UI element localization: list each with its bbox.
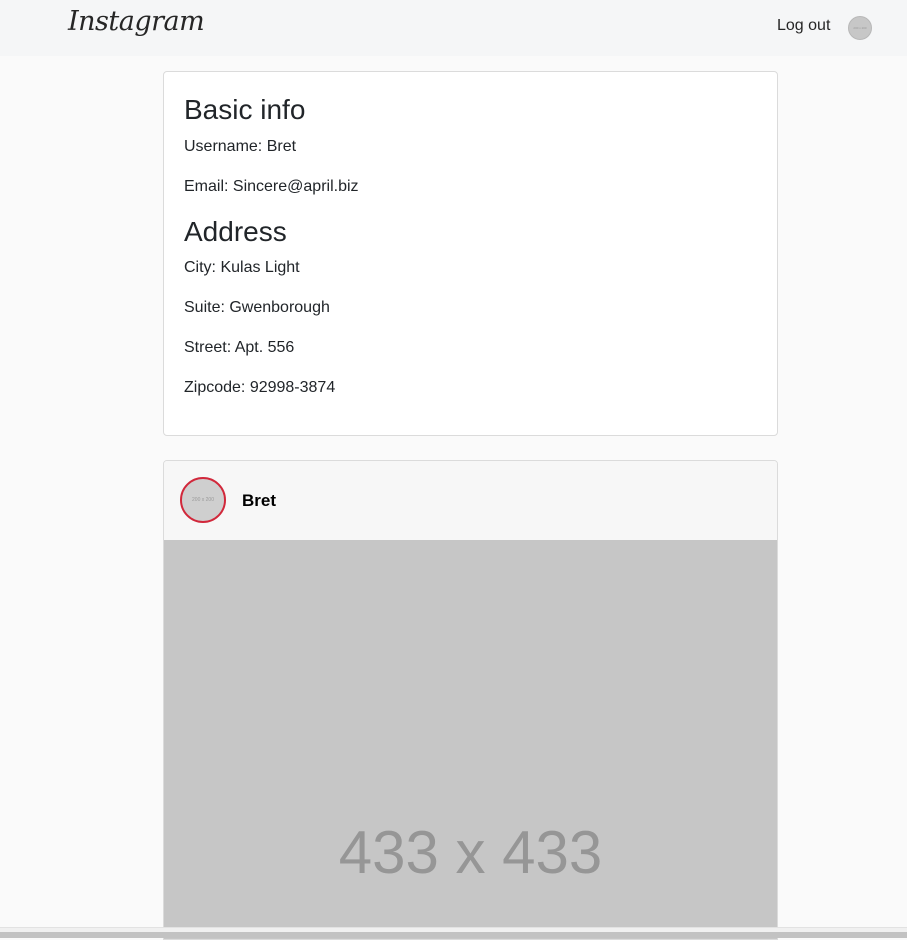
- profile-avatar-icon[interactable]: 200 x 200: [848, 16, 872, 40]
- username-text: Username: Bret: [184, 138, 297, 155]
- instagram-logo[interactable]: Instagram: [68, 6, 205, 37]
- post-author-avatar[interactable]: 200 x 200: [180, 477, 226, 523]
- top-navbar: Instagram Log out 200 x 200: [0, 0, 907, 56]
- post-card: 200 x 200 Bret 433 x 433: [163, 460, 778, 940]
- profile-info-card: Basic info Username: Bret Email: Sincere…: [163, 71, 778, 436]
- scrollbar-thumb[interactable]: [0, 932, 907, 938]
- basic-info-heading: Basic info: [184, 94, 306, 125]
- logout-button[interactable]: Log out: [777, 17, 830, 35]
- post-header: 200 x 200 Bret: [164, 461, 777, 541]
- city-text: City: Kulas Light: [184, 259, 300, 276]
- post-image[interactable]: 433 x 433: [164, 540, 777, 939]
- image-placeholder-label: 433 x 433: [338, 819, 603, 886]
- suite-text: Suite: Gwenborough: [184, 299, 330, 316]
- address-heading: Address: [184, 216, 287, 247]
- post-author-username[interactable]: Bret: [242, 491, 276, 511]
- street-text: Street: Apt. 556: [184, 339, 295, 356]
- email-text: Email: Sincere@april.biz: [184, 178, 359, 195]
- horizontal-scrollbar[interactable]: [0, 927, 907, 938]
- zipcode-text: Zipcode: 92998-3874: [184, 379, 336, 396]
